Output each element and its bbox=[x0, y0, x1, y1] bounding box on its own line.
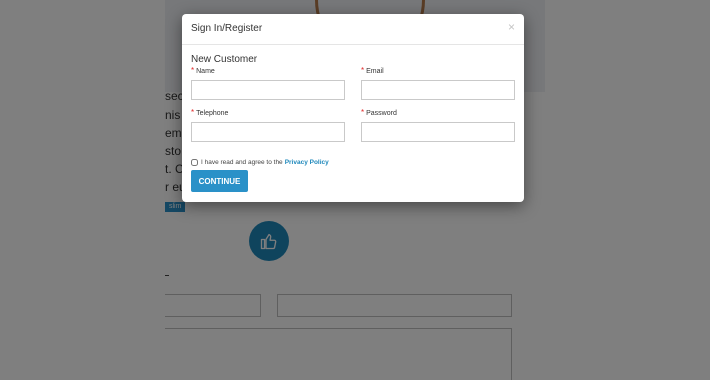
email-label: * Email bbox=[361, 66, 384, 75]
required-marker: * bbox=[191, 66, 195, 75]
required-marker: * bbox=[191, 108, 195, 117]
email-field[interactable] bbox=[361, 80, 515, 100]
required-marker: * bbox=[361, 108, 365, 117]
password-label: * Password bbox=[361, 108, 397, 117]
privacy-agreement: I have read and agree to the Privacy Pol… bbox=[191, 159, 329, 166]
name-label: * Name bbox=[191, 66, 215, 75]
name-field[interactable] bbox=[191, 80, 345, 100]
privacy-policy-link[interactable]: Privacy Policy bbox=[285, 159, 329, 166]
required-marker: * bbox=[361, 66, 365, 75]
password-field[interactable] bbox=[361, 122, 515, 142]
sign-in-register-dialog: Sign In/Register × New Customer * Name * E… bbox=[182, 14, 524, 202]
close-icon[interactable]: × bbox=[508, 21, 515, 33]
agree-text: I have read and agree to the bbox=[201, 159, 283, 166]
section-title: New Customer bbox=[191, 54, 258, 65]
agree-checkbox[interactable] bbox=[191, 159, 198, 166]
telephone-label: * Telephone bbox=[191, 108, 228, 117]
modal-title: Sign In/Register bbox=[191, 23, 263, 34]
telephone-label-text: Telephone bbox=[196, 110, 229, 117]
continue-button[interactable]: CONTINUE bbox=[191, 170, 248, 192]
modal-header: Sign In/Register × bbox=[182, 14, 524, 45]
name-label-text: Name bbox=[196, 68, 215, 75]
password-label-text: Password bbox=[366, 110, 397, 117]
email-label-text: Email bbox=[366, 68, 384, 75]
telephone-field[interactable] bbox=[191, 122, 345, 142]
